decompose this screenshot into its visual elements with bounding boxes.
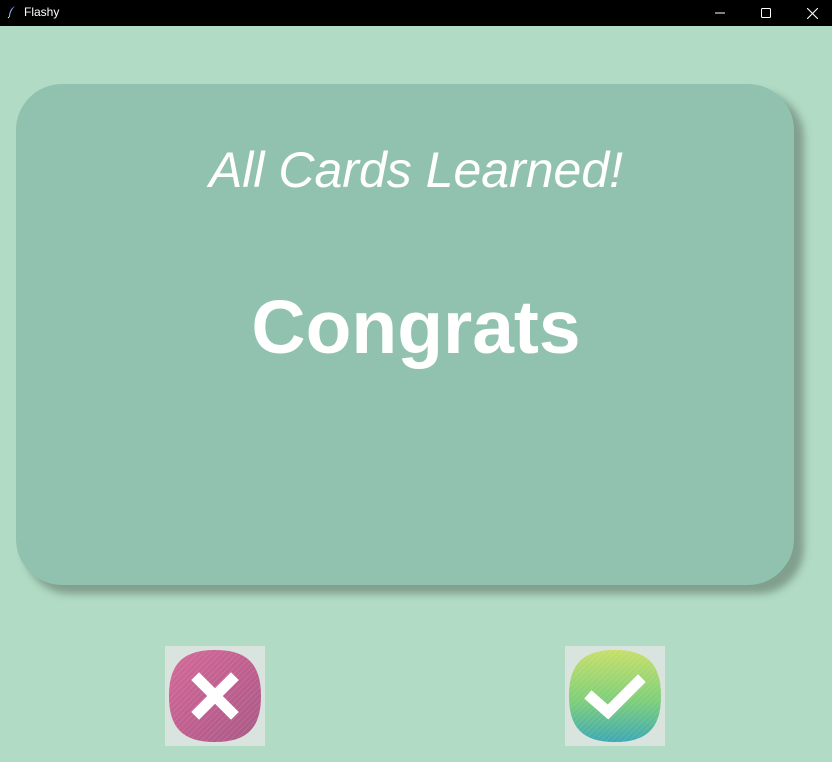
wrong-button[interactable] — [165, 646, 265, 746]
close-button[interactable] — [789, 0, 832, 26]
app-canvas — [0, 26, 832, 762]
feather-icon — [7, 6, 15, 19]
card-word: Congrats — [251, 285, 581, 369]
minimize-button[interactable] — [697, 0, 743, 26]
right-button[interactable] — [565, 646, 665, 746]
card-title: All Cards Learned! — [208, 142, 624, 198]
maximize-button[interactable] — [743, 0, 789, 26]
maximize-icon — [761, 8, 771, 18]
minimize-icon — [715, 12, 725, 14]
window-title: Flashy — [24, 5, 60, 19]
close-icon — [806, 7, 818, 19]
cross-icon — [169, 650, 261, 742]
title-bar: Flashy — [0, 0, 832, 26]
checkmark-icon — [569, 650, 661, 742]
